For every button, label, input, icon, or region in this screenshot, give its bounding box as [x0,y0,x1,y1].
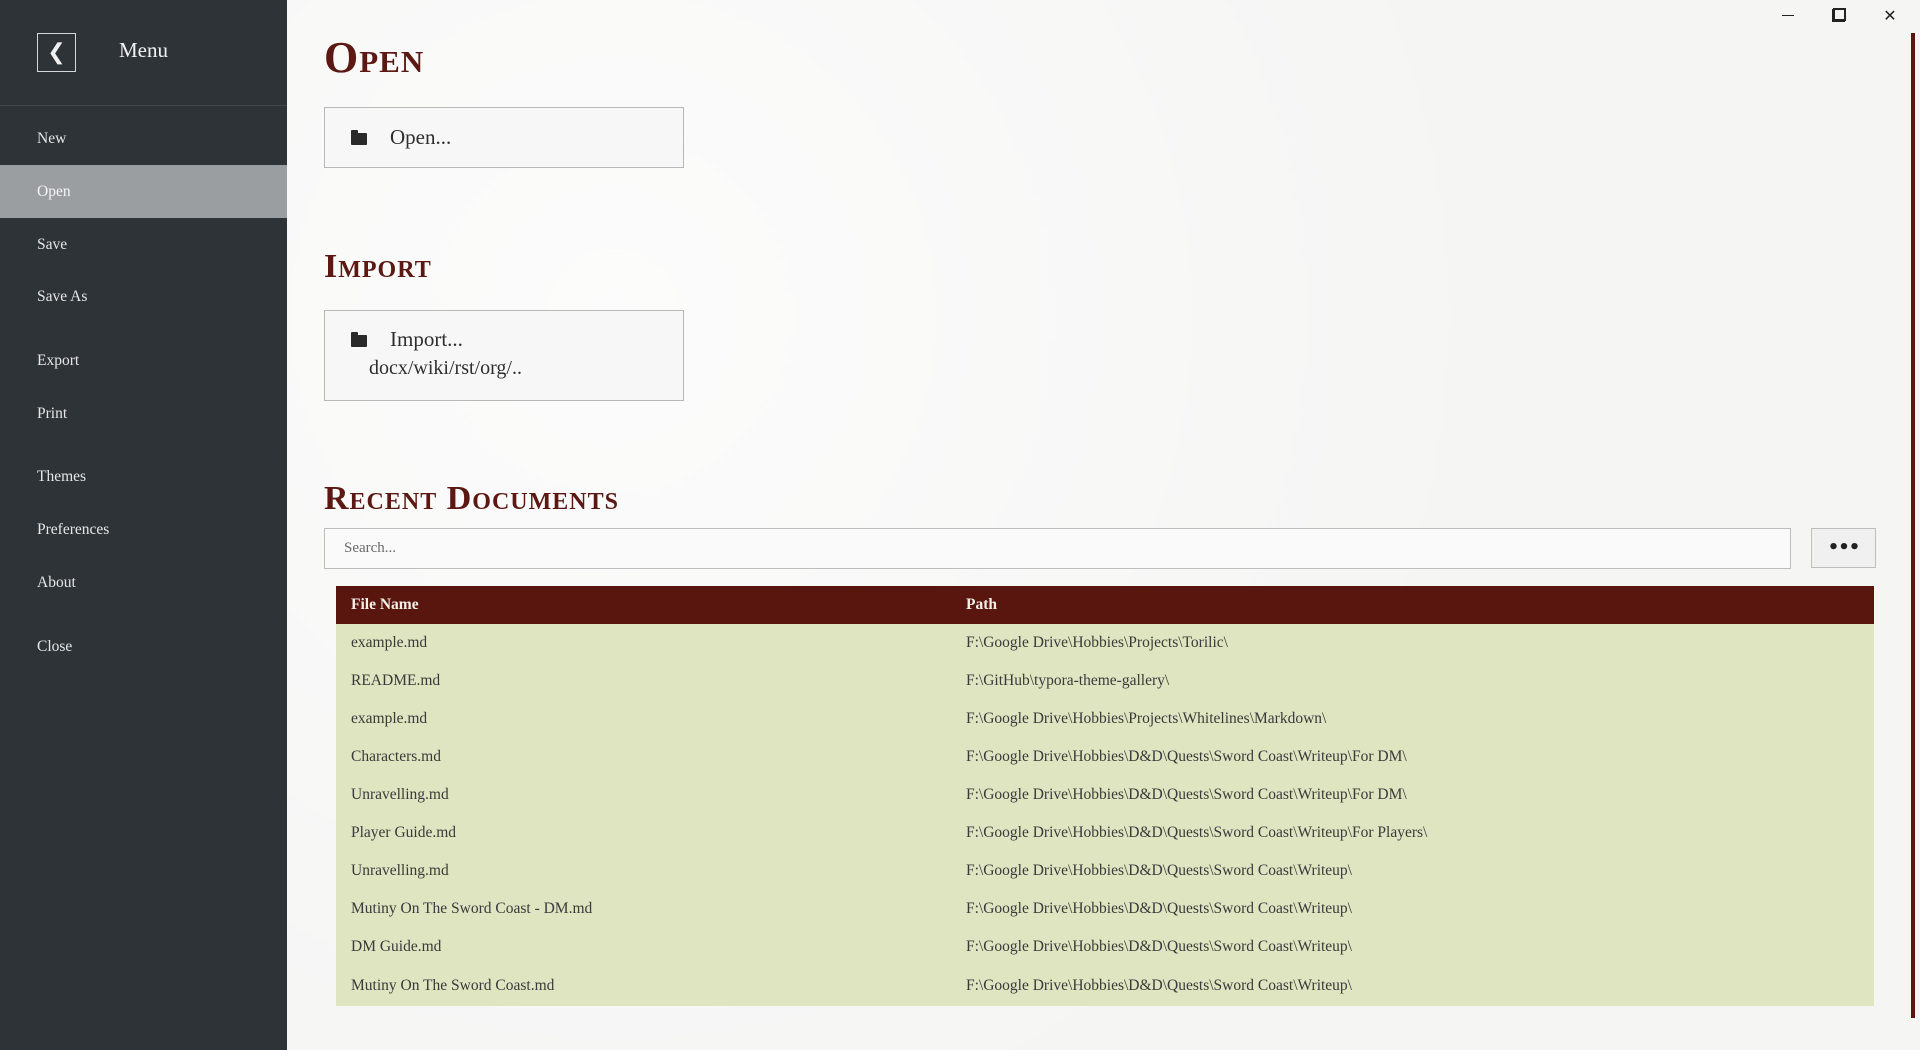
table-row[interactable]: example.md F:\Google Drive\Hobbies\Projec… [336,700,1874,738]
file-name-cell: Mutiny On The Sword Coast - DM.md [336,890,951,928]
path-cell: F:\Google Drive\Hobbies\Projects\Whiteli… [951,700,1874,738]
menu-title: Menu [119,38,168,62]
sidebar-item-themes[interactable]: Themes [0,450,287,503]
table-row[interactable]: example.md F:\Google Drive\Hobbies\Projec… [336,624,1874,662]
sidebar-item-export[interactable]: Export [0,334,287,387]
folder-icon [351,130,367,145]
sidebar-item-preferences[interactable]: Preferences [0,503,287,556]
sidebar-item-close[interactable]: Close [0,620,287,673]
path-cell: F:\Google Drive\Hobbies\D&D\Quests\Sword… [951,890,1874,928]
close-icon: ✕ [1883,5,1897,25]
restore-button[interactable] [1816,0,1862,30]
table-row[interactable]: Mutiny On The Sword Coast.md F:\Google Dr… [336,966,1874,1006]
table-row[interactable]: Characters.md F:\Google Drive\Hobbies\D&D… [336,738,1874,776]
main-panel: Open Open... Import Import... docx/wiki/… [287,0,1920,1050]
more-icon: ••• [1827,537,1861,558]
import-button-formats: docx/wiki/rst/org/.. [369,357,522,379]
table-row[interactable]: README.md F:\GitHub\typora-theme-gallery\ [336,662,1874,700]
path-cell: F:\GitHub\typora-theme-gallery\ [951,662,1874,700]
path-cell: F:\Google Drive\Hobbies\D&D\Quests\Sword… [951,776,1874,814]
path-cell: F:\Google Drive\Hobbies\D&D\Quests\Sword… [951,852,1874,890]
folder-icon [351,332,367,347]
open-section-title: Open [324,33,425,82]
sidebar-item-about[interactable]: About [0,556,287,609]
sidebar-item-save-as[interactable]: Save As [0,270,287,323]
path-cell: F:\Google Drive\Hobbies\D&D\Quests\Sword… [951,814,1874,852]
file-name-cell: Unravelling.md [336,776,951,814]
sidebar-item-open[interactable]: Open [0,165,287,218]
table-header-row: File Name Path [336,586,1874,624]
close-window-button[interactable]: ✕ [1867,0,1913,30]
file-name-cell: DM Guide.md [336,928,951,966]
sidebar-item-print[interactable]: Print [0,387,287,440]
restore-icon [1832,8,1846,22]
sidebar-item-save[interactable]: Save [0,218,287,271]
table-row[interactable]: Player Guide.md F:\Google Drive\Hobbies\D… [336,814,1874,852]
table-row[interactable]: Unravelling.md F:\Google Drive\Hobbies\D&… [336,852,1874,890]
path-cell: F:\Google Drive\Hobbies\D&D\Quests\Sword… [951,928,1874,966]
import-section-title: Import [324,248,432,285]
path-cell: F:\Google Drive\Hobbies\D&D\Quests\Sword… [951,966,1874,1006]
sidebar-menu: ❮ Menu New Open Save Save As Export Prin… [0,0,287,1050]
import-file-button[interactable]: Import... docx/wiki/rst/org/.. [324,310,684,401]
more-options-button[interactable]: ••• [1811,528,1876,568]
recent-section-title: Recent Documents [324,480,619,517]
path-cell: F:\Google Drive\Hobbies\D&D\Quests\Sword… [951,738,1874,776]
open-button-label: Open... [390,125,452,149]
menu-header: ❮ Menu [0,0,287,106]
table-row[interactable]: DM Guide.md F:\Google Drive\Hobbies\D&D\Q… [336,928,1874,966]
file-name-cell: Unravelling.md [336,852,951,890]
import-button-label: Import... [390,327,463,351]
table-row[interactable]: Unravelling.md F:\Google Drive\Hobbies\D&… [336,776,1874,814]
file-name-cell: Characters.md [336,738,951,776]
chevron-left-icon: ❮ [47,40,66,65]
sidebar-item-new[interactable]: New [0,112,287,165]
file-name-cell: example.md [336,700,951,738]
file-name-cell: example.md [336,624,951,662]
file-name-cell: Player Guide.md [336,814,951,852]
file-name-cell: Mutiny On The Sword Coast.md [336,966,951,1006]
recent-documents-table: File Name Path example.md F:\Google Drive… [336,586,1874,1006]
minimize-icon [1782,14,1794,16]
table-row[interactable]: Mutiny On The Sword Coast - DM.md F:\Goog… [336,890,1874,928]
column-header-path[interactable]: Path [951,586,1874,624]
column-header-file-name[interactable]: File Name [336,586,951,624]
path-cell: F:\Google Drive\Hobbies\Projects\Torilic… [951,624,1874,662]
recent-search-input[interactable] [324,528,1791,569]
file-name-cell: README.md [336,662,951,700]
minimize-button[interactable] [1765,0,1811,30]
scrollbar[interactable] [1911,33,1915,1018]
open-file-button[interactable]: Open... [324,107,684,168]
back-button[interactable]: ❮ [37,33,76,72]
